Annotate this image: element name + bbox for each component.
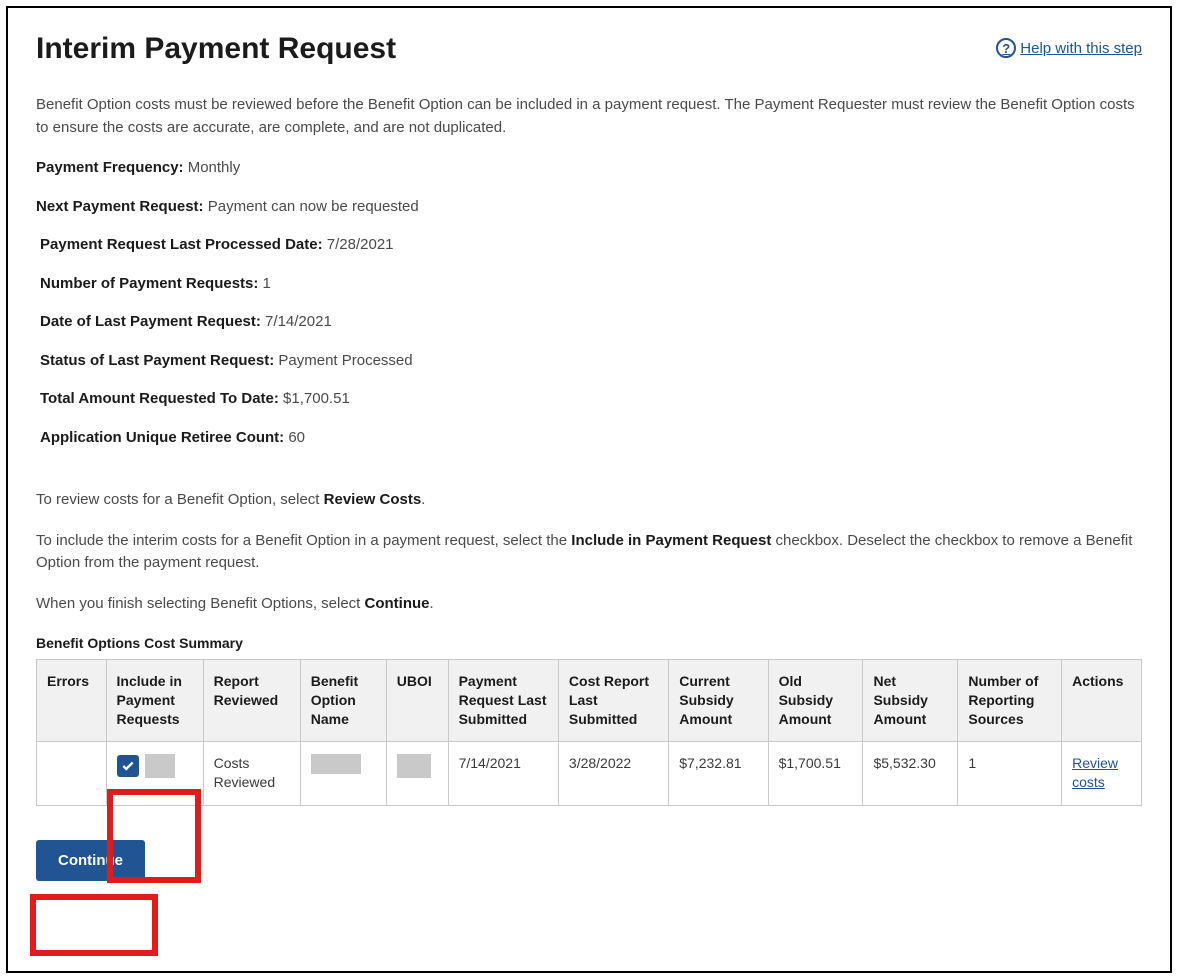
table-title: Benefit Options Cost Summary [36,635,1142,651]
last-request-date-label: Date of Last Payment Request: [40,313,261,330]
cell-old-subsidy: $1,700.51 [768,741,863,805]
next-payment-value: Payment can now be requested [204,198,419,215]
redacted-block [397,754,431,778]
cell-include [106,741,203,805]
benefit-options-table: Errors Include in Payment Requests Repor… [36,659,1142,806]
check-icon [121,759,135,773]
th-net-subsidy: Net Subsidy Amount [863,660,958,742]
last-processed-label: Payment Request Last Processed Date: [40,236,323,253]
cell-report-reviewed: Costs Reviewed [203,741,300,805]
th-errors: Errors [37,660,107,742]
last-request-status-label: Status of Last Payment Request: [40,352,274,369]
table-row: Costs Reviewed 7/14/2021 3/28/2022 $7,23… [37,741,1142,805]
cell-pr-last-submitted: 7/14/2021 [448,741,558,805]
num-requests-line: Number of Payment Requests: 1 [40,273,1142,296]
cell-num-sources: 1 [958,741,1062,805]
th-cr-last-submitted: Cost Report Last Submitted [558,660,668,742]
last-processed-value: 7/28/2021 [323,236,394,253]
th-old-subsidy: Old Subsidy Amount [768,660,863,742]
review-costs-link[interactable]: Review costs [1072,755,1118,791]
next-payment-line: Next Payment Request: Payment can now be… [36,196,1142,219]
th-pr-last-submitted: Payment Request Last Submitted [448,660,558,742]
payment-frequency-label: Payment Frequency: [36,159,184,176]
payment-frequency-line: Payment Frequency: Monthly [36,157,1142,180]
instruction-review-costs: To review costs for a Benefit Option, se… [36,489,1142,512]
last-request-date-line: Date of Last Payment Request: 7/14/2021 [40,311,1142,334]
payment-frequency-value: Monthly [184,159,241,176]
total-amount-label: Total Amount Requested To Date: [40,390,279,407]
total-amount-value: $1,700.51 [279,390,350,407]
cell-benefit-option [300,741,386,805]
table-header-row: Errors Include in Payment Requests Repor… [37,660,1142,742]
last-request-date-value: 7/14/2021 [261,313,332,330]
highlight-continue [30,894,158,956]
last-request-status-value: Payment Processed [274,352,412,369]
help-link[interactable]: ? Help with this step [996,38,1142,58]
th-report-reviewed: Report Reviewed [203,660,300,742]
last-request-status-line: Status of Last Payment Request: Payment … [40,350,1142,373]
retiree-count-value: 60 [284,429,305,446]
include-checkbox[interactable] [117,755,139,777]
page-container: Interim Payment Request ? Help with this… [6,6,1172,973]
th-current-subsidy: Current Subsidy Amount [669,660,768,742]
th-actions: Actions [1062,660,1142,742]
num-requests-value: 1 [258,275,271,292]
cell-uboi [386,741,448,805]
header-row: Interim Payment Request ? Help with this… [36,32,1142,66]
cell-cr-last-submitted: 3/28/2022 [558,741,668,805]
retiree-count-line: Application Unique Retiree Count: 60 [40,427,1142,450]
th-include: Include in Payment Requests [106,660,203,742]
redacted-block [311,754,361,774]
last-processed-line: Payment Request Last Processed Date: 7/2… [40,234,1142,257]
th-num-sources: Number of Reporting Sources [958,660,1062,742]
cell-current-subsidy: $7,232.81 [669,741,768,805]
cell-errors [37,741,107,805]
cell-net-subsidy: $5,532.30 [863,741,958,805]
instruction-continue: When you finish selecting Benefit Option… [36,593,1142,616]
page-title: Interim Payment Request [36,32,396,66]
help-link-label: Help with this step [1020,40,1142,57]
num-requests-label: Number of Payment Requests: [40,275,258,292]
cell-actions: Review costs [1062,741,1142,805]
total-amount-line: Total Amount Requested To Date: $1,700.5… [40,388,1142,411]
help-icon: ? [996,38,1016,58]
th-benefit-option: Benefit Option Name [300,660,386,742]
next-payment-label: Next Payment Request: [36,198,204,215]
description-text: Benefit Option costs must be reviewed be… [36,94,1142,139]
instruction-include-checkbox: To include the interim costs for a Benef… [36,530,1142,575]
th-uboi: UBOI [386,660,448,742]
retiree-count-label: Application Unique Retiree Count: [40,429,284,446]
redacted-block [145,754,175,778]
continue-button[interactable]: Continue [36,840,145,881]
